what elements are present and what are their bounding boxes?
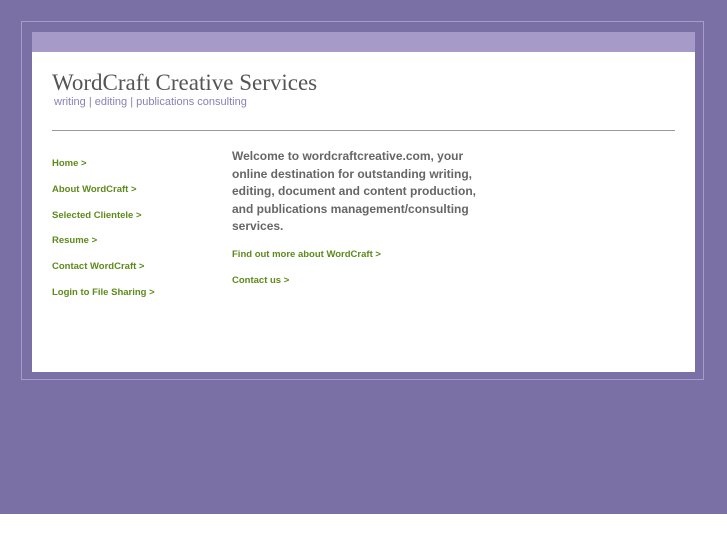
nav-link-clientele[interactable]: Selected Clientele >	[52, 210, 142, 221]
sidebar-nav: Home > About WordCraft > Selected Client…	[52, 153, 155, 308]
find-out-more-link[interactable]: Find out more about WordCraft >	[232, 249, 381, 260]
nav-item-about: About WordCraft >	[52, 179, 155, 205]
nav-link-about[interactable]: About WordCraft >	[52, 184, 137, 195]
header-bar	[32, 32, 695, 52]
nav-link-contact[interactable]: Contact WordCraft >	[52, 261, 144, 272]
nav-item-login: Login to File Sharing >	[52, 282, 155, 308]
nav-item-contact: Contact WordCraft >	[52, 256, 155, 282]
nav-item-clientele: Selected Clientele >	[52, 205, 155, 231]
contact-us-link[interactable]: Contact us >	[232, 275, 289, 286]
site-title: WordCraft Creative Services	[52, 70, 318, 95]
nav-item-resume: Resume >	[52, 230, 155, 256]
site-tagline: writing | editing | publications consult…	[54, 96, 247, 108]
nav-link-home[interactable]: Home >	[52, 158, 87, 169]
main-content: Welcome to wordcraftcreative.com, your o…	[232, 148, 532, 286]
content-panel: WordCraft Creative Services writing | ed…	[32, 32, 695, 372]
nav-link-resume[interactable]: Resume >	[52, 235, 97, 246]
nav-link-file-sharing-login[interactable]: Login to File Sharing >	[52, 287, 155, 298]
nav-item-home: Home >	[52, 153, 155, 179]
welcome-text: Welcome to wordcraftcreative.com, your o…	[232, 149, 476, 233]
header-divider	[52, 130, 675, 131]
